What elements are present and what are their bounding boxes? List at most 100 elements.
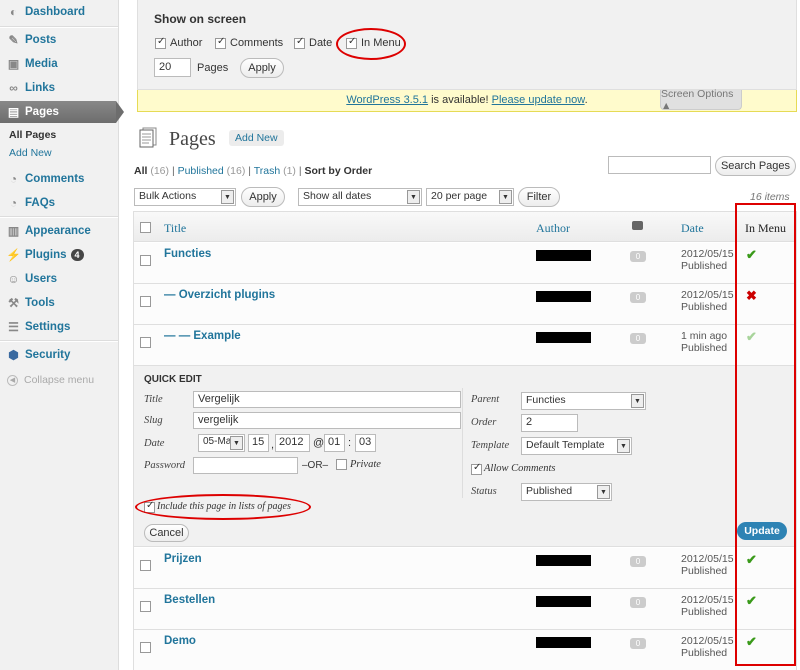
row-checkbox[interactable] [140,255,151,266]
sidebar-item-faqs[interactable]: ◔ FAQs [0,192,119,214]
sidebar-item-security[interactable]: ⬢ Security [0,344,119,366]
comment-count-bubble[interactable]: 0 [630,333,646,344]
sidebar-item-plugins[interactable]: ⚡ Plugins 4 [0,244,119,266]
sidebar-item-comments[interactable]: ◔ Comments [0,168,119,190]
screen-options-panel: Show on screen Author Comments Date In M… [137,0,797,90]
comment-count-bubble[interactable]: 0 [630,638,646,649]
sidebar-item-posts[interactable]: ✎ Posts [0,29,119,51]
slug-label: Slug [144,415,163,426]
redacted-author [536,555,591,566]
search-pages-button[interactable]: Search Pages [715,156,796,176]
title-field[interactable]: Vergelijk [193,391,461,408]
highlight-ellipse [336,28,406,60]
redacted-author [536,250,591,261]
chevron-down-icon: ▼ [617,439,630,453]
day-field[interactable]: 15 [248,434,269,452]
submenu-add-new[interactable]: Add New [9,147,52,159]
checkbox[interactable] [215,36,226,49]
bulk-apply-button[interactable]: Apply [241,187,285,207]
slug-field[interactable]: vergelijk [193,412,461,429]
row-checkbox[interactable] [140,296,151,307]
users-icon: ☺ [7,272,20,286]
row-title-link[interactable]: — Overzicht plugins [164,289,275,301]
or-label: –OR– [302,460,329,471]
column-toggle-date[interactable]: Date [294,36,332,49]
sidebar-item-appearance[interactable]: ▥ Appearance [0,220,119,242]
comment-count-bubble[interactable]: 0 [630,251,646,262]
row-checkbox[interactable] [140,560,151,571]
plugin-update-badge: 4 [70,249,84,261]
sidebar-item-users[interactable]: ☺ Users [0,268,119,290]
order-field[interactable]: 2 [521,414,578,432]
row-date: 2012/05/15 Published [681,594,734,618]
hour-field[interactable]: 01 [324,434,345,452]
sidebar-item-links[interactable]: ∞ Links [0,77,119,99]
sidebar-item-settings[interactable]: ☰ Settings [0,316,119,338]
filter-published[interactable]: Published [178,165,224,177]
sort-by-order[interactable]: Sort by Order [304,165,372,177]
filter-button[interactable]: Filter [518,187,560,207]
menu-separator [0,26,118,28]
column-author[interactable]: Author [536,221,570,236]
version-link[interactable]: WordPress 3.5.1 [346,94,428,106]
parent-label: Parent [471,394,500,405]
title-label: Title [144,394,163,405]
month-select[interactable]: 05-May ▼ [198,434,245,452]
redacted-author [536,637,591,648]
row-checkbox[interactable] [140,601,151,612]
collapse-menu-button[interactable]: ◀ Collapse menu [7,374,94,386]
row-title-link[interactable]: Functies [164,248,211,260]
minute-field[interactable]: 03 [355,434,376,452]
status-select[interactable]: Published ▼ [521,483,612,501]
chevron-down-icon: ▼ [407,190,420,204]
search-input[interactable] [608,156,711,174]
filter-trash[interactable]: Trash [254,165,280,177]
select-all-checkbox[interactable] [140,222,151,233]
screen-options-tab[interactable]: Screen Options ▲ [660,88,742,112]
row-title-link[interactable]: Prijzen [164,553,202,565]
time-separator: : [348,437,352,449]
highlight-rectangle [735,203,796,666]
comment-count-bubble[interactable]: 0 [630,597,646,608]
date-filter-select[interactable]: Show all dates ▼ [298,188,422,206]
chevron-down-icon: ▼ [499,190,512,204]
parent-select[interactable]: Functies ▼ [521,392,646,410]
sidebar-item-dashboard[interactable]: ◐ Dashboard [0,1,119,23]
password-field[interactable] [193,457,298,474]
year-field[interactable]: 2012 [275,434,310,452]
update-now-link[interactable]: Please update now [492,94,585,106]
collapse-icon: ◀ [7,374,18,386]
row-title-link[interactable]: Demo [164,635,196,647]
per-page-select[interactable]: 20 per page ▼ [426,188,514,206]
sidebar-item-tools[interactable]: ⚒ Tools [0,292,119,314]
row-checkbox[interactable] [140,337,151,348]
row-checkbox[interactable] [140,642,151,653]
per-page-input[interactable]: 20 [154,58,191,77]
status-filter-links: All (16) | Published (16) | Trash (1) | … [134,165,373,177]
column-toggle-author[interactable]: Author [155,36,202,49]
submenu-all-pages[interactable]: All Pages [9,129,56,141]
checkbox[interactable] [294,36,305,49]
cancel-button[interactable]: Cancel [144,524,189,542]
sidebar-item-media[interactable]: ▣ Media [0,53,119,75]
private-checkbox[interactable] [336,459,347,470]
comment-count-bubble[interactable]: 0 [630,292,646,303]
sidebar-item-pages[interactable]: ▤ Pages [0,101,124,123]
pin-icon: ✎ [8,33,19,47]
allow-comments-checkbox[interactable] [471,462,482,475]
column-title[interactable]: Title [164,221,186,236]
settings-icon: ☰ [8,320,19,334]
bulk-actions-select[interactable]: Bulk Actions ▼ [134,188,236,206]
row-title-link[interactable]: — — Example [164,330,241,342]
checkbox[interactable] [155,36,166,49]
template-select[interactable]: Default Template ▼ [521,437,632,455]
comment-count-bubble[interactable]: 0 [630,556,646,567]
add-new-button[interactable]: Add New [229,130,284,146]
filter-all[interactable]: All [134,165,147,177]
row-title-link[interactable]: Bestellen [164,594,215,606]
menu-separator [0,340,118,342]
column-toggle-comments[interactable]: Comments [215,36,283,49]
column-date[interactable]: Date [681,221,704,236]
tools-icon: ⚒ [8,296,19,310]
screen-options-apply-button[interactable]: Apply [240,58,284,78]
